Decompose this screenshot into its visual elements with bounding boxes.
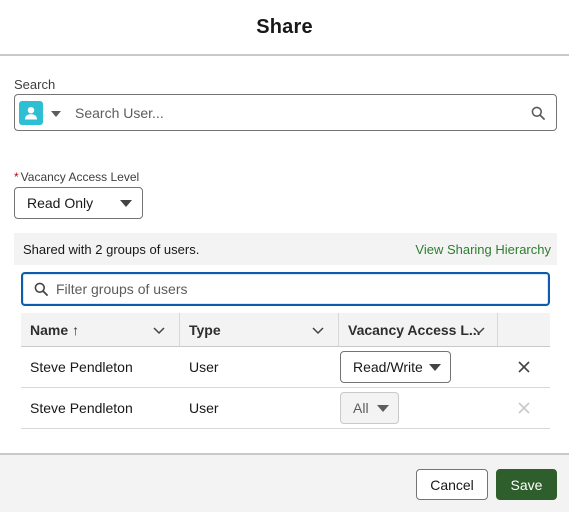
shared-summary-text: Shared with 2 groups of users.: [23, 241, 200, 257]
modal-title: Share: [256, 15, 313, 38]
chevron-down-icon[interactable]: [473, 324, 485, 336]
row-name: Steve Pendleton: [30, 359, 133, 375]
row-type: User: [189, 359, 219, 375]
user-icon: [25, 106, 37, 119]
required-indicator: *: [14, 170, 19, 184]
column-header-actions: [498, 313, 550, 346]
object-switcher-chevron-down-icon[interactable]: [51, 110, 61, 117]
row-type: User: [189, 400, 219, 416]
column-header-access[interactable]: Vacancy Access L...: [339, 313, 498, 346]
chevron-down-icon[interactable]: [153, 324, 165, 336]
chevron-down-icon: [377, 404, 389, 412]
row-access-value: All: [353, 400, 369, 416]
modal-footer: Cancel Save: [0, 453, 569, 512]
remove-close-icon[interactable]: [518, 361, 530, 373]
shared-summary-bar: Shared with 2 groups of users. View Shar…: [14, 233, 557, 265]
table-row: Steve Pendleton User Read/Write: [21, 347, 550, 388]
column-header-name[interactable]: Name ↑: [21, 313, 180, 346]
access-level-label-text: Vacancy Access Level: [20, 170, 140, 184]
chevron-down-icon[interactable]: [312, 324, 324, 336]
save-button[interactable]: Save: [496, 469, 557, 500]
cancel-button[interactable]: Cancel: [416, 469, 488, 500]
row-remove-cell: [498, 388, 550, 428]
modal-header: Share: [0, 0, 569, 56]
access-level-value: Read Only: [27, 195, 94, 211]
filter-box: [21, 272, 550, 306]
search-user-input[interactable]: [61, 95, 520, 130]
row-access-cell: All: [339, 388, 498, 428]
table-header: Name ↑ Type Vacancy Access L...: [21, 313, 550, 347]
row-access-value: Read/Write: [353, 359, 423, 375]
access-level-label: * Vacancy Access Level: [14, 170, 139, 184]
search-icon: [520, 106, 556, 120]
row-access-cell: Read/Write: [339, 347, 498, 387]
column-header-type-label: Type: [189, 321, 221, 338]
chevron-down-icon: [120, 199, 132, 207]
remove-close-icon-disabled: [518, 402, 530, 414]
column-header-type[interactable]: Type: [180, 313, 339, 346]
column-header-name-label: Name: [30, 321, 69, 338]
column-header-access-label: Vacancy Access L...: [348, 321, 481, 338]
filter-search-icon: [23, 282, 48, 296]
user-search-box: [14, 94, 557, 131]
access-level-select[interactable]: Read Only: [14, 187, 143, 219]
search-label: Search: [14, 77, 56, 92]
chevron-down-icon: [429, 363, 441, 371]
sharing-table: Name ↑ Type Vacancy Access L... Steve Pe…: [21, 313, 550, 429]
filter-groups-input[interactable]: [48, 274, 548, 304]
row-remove-cell: [498, 347, 550, 387]
sort-ascending-icon: ↑: [72, 321, 80, 338]
row-access-select[interactable]: Read/Write: [340, 351, 451, 383]
row-access-select-disabled: All: [340, 392, 399, 424]
table-row: Steve Pendleton User All: [21, 388, 550, 429]
view-sharing-hierarchy-link[interactable]: View Sharing Hierarchy: [415, 242, 551, 257]
row-name: Steve Pendleton: [30, 400, 133, 416]
user-type-icon[interactable]: [19, 100, 43, 125]
